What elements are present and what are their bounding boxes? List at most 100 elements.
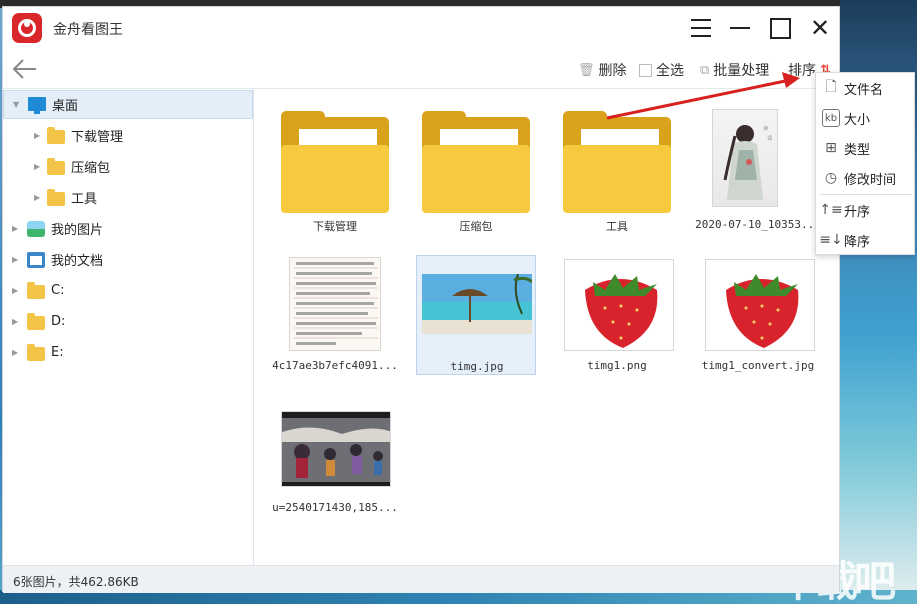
pictures-icon (27, 221, 45, 237)
expand-arrow-icon[interactable]: ▶ (12, 224, 18, 233)
back-arrow-icon[interactable] (11, 55, 39, 83)
svg-text:词: 词 (767, 135, 772, 142)
app-logo-icon (12, 13, 42, 43)
sidebar-item-archives[interactable]: ▶ 压缩包 (3, 152, 253, 181)
file-name: 4c17ae3b7efc4091... (272, 359, 398, 372)
file-name: timg1.png (587, 359, 647, 372)
folder-icon (47, 158, 65, 175)
documents-icon (27, 252, 45, 268)
expand-arrow-icon[interactable]: ▶ (34, 131, 40, 140)
folder-icon (27, 313, 45, 330)
file-name: 压缩包 (459, 220, 493, 233)
expand-arrow-icon[interactable]: ▶ (12, 286, 18, 295)
sidebar-item-label: 下载管理 (71, 130, 124, 145)
strawberry-thumbnail (564, 259, 674, 351)
status-text: 6张图片，共462.86KB (13, 575, 139, 589)
expand-arrow-icon[interactable]: ▶ (12, 255, 18, 264)
image-tile[interactable]: 4c17ae3b7efc4091... (272, 255, 398, 375)
sort-by-modified-time[interactable]: ◷ 修改时间 (816, 163, 914, 193)
status-bar: 6张图片，共462.86KB (3, 565, 839, 593)
sidebar-item-tools[interactable]: ▶ 工具 (3, 183, 253, 212)
delete-label: 删除 (598, 63, 627, 79)
anime-thumbnail (281, 411, 391, 487)
close-icon[interactable]: ✕ (807, 15, 833, 41)
sidebar-item-label: 我的图片 (51, 223, 104, 238)
file-icon: 🗋 (825, 79, 837, 95)
sort-menu: 🗋 文件名 kb 大小 ⊞ 类型 ◷ 修改时间 ↑≡ 升序 ≡↓ 降序 (815, 72, 915, 255)
title-bar: 金舟看图王 ✕ (3, 7, 839, 49)
file-name: u=2540171430,185... (272, 501, 398, 514)
sidebar-item-drive-c[interactable]: ▶ C: (3, 276, 253, 305)
expand-arrow-icon[interactable]: ▶ (12, 317, 18, 326)
toolbar: 🗑 删除 全选 ⧉ 批量处理 排序 ⇅ (3, 49, 839, 89)
sidebar-item-downloads[interactable]: ▶ 下载管理 (3, 121, 253, 150)
file-name: 下载管理 (313, 220, 357, 233)
delete-button[interactable]: 🗑 删除 (578, 60, 627, 80)
image-tile[interactable]: 诗 词 2020-07-10_10353... (695, 103, 821, 231)
sidebar-item-label: D: (51, 314, 66, 329)
expand-arrow-icon[interactable]: ▶ (12, 348, 18, 357)
image-tile[interactable]: u=2540171430,185... (272, 407, 398, 527)
image-tile[interactable]: timg1_convert.jpg (698, 255, 818, 375)
batch-process-button[interactable]: ⧉ 批量处理 (700, 60, 769, 80)
sidebar-item-drive-d[interactable]: ▶ D: (3, 307, 253, 336)
portrait-thumbnail: 诗 词 (712, 109, 778, 207)
folder-icon (27, 344, 45, 361)
hamburger-menu-icon[interactable] (688, 15, 714, 41)
file-grid: 下载管理 压缩包 工具 诗 词 2020-07-10_10353... 4c17… (255, 89, 839, 565)
sidebar-tree: ▼ 桌面 ▶ 下载管理 ▶ 压缩包 ▶ 工具 ▶ 我的图片 ▶ 我的文档 ▶ C… (3, 89, 254, 565)
sort-by-size[interactable]: kb 大小 (816, 103, 914, 133)
sidebar-item-desktop[interactable]: ▼ 桌面 (3, 90, 253, 119)
folder-icon (27, 282, 45, 299)
sidebar-item-label: E: (51, 345, 64, 360)
sort-by-filename[interactable]: 🗋 文件名 (816, 73, 914, 103)
menu-item-label: 大小 (844, 112, 871, 128)
select-all-checkbox[interactable] (639, 63, 652, 77)
collapse-arrow-icon[interactable]: ▼ (13, 100, 19, 109)
maximize-icon[interactable] (767, 15, 793, 41)
menu-item-label: 升序 (844, 204, 871, 220)
document-thumbnail (289, 257, 381, 351)
select-all-label: 全选 (656, 63, 684, 79)
sort-descending[interactable]: ≡↓ 降序 (816, 225, 914, 255)
trash-icon: 🗑 (578, 62, 595, 78)
expand-arrow-icon[interactable]: ▶ (34, 193, 40, 202)
folder-icon (47, 189, 65, 206)
image-tile[interactable]: timg1.png (557, 255, 677, 375)
sidebar-item-my-pictures[interactable]: ▶ 我的图片 (3, 214, 253, 243)
menu-item-label: 降序 (844, 234, 871, 250)
strawberry-thumbnail (705, 259, 815, 351)
beach-thumbnail (422, 274, 532, 334)
sidebar-item-drive-e[interactable]: ▶ E: (3, 338, 253, 367)
batch-icon: ⧉ (700, 62, 710, 78)
descending-icon: ≡↓ (819, 232, 843, 248)
image-tile-selected[interactable]: timg.jpg (416, 255, 536, 375)
clock-icon: ◷ (824, 170, 838, 186)
folder-tile[interactable]: 压缩包 (416, 103, 536, 233)
folder-tile[interactable]: 工具 (557, 103, 677, 233)
grid-icon: ⊞ (825, 140, 837, 156)
sidebar-item-label: 工具 (71, 192, 98, 207)
app-title: 金舟看图王 (53, 22, 123, 38)
sort-label: 排序 (788, 63, 816, 79)
sidebar-item-label: C: (51, 283, 65, 298)
menu-item-label: 修改时间 (844, 172, 897, 188)
folder-tile[interactable]: 下载管理 (275, 103, 395, 233)
minimize-icon[interactable] (727, 15, 753, 41)
select-all-button[interactable]: 全选 (639, 60, 684, 80)
file-name: timg1_convert.jpg (701, 359, 815, 372)
sidebar-item-label: 桌面 (52, 99, 79, 114)
expand-arrow-icon[interactable]: ▶ (34, 162, 40, 171)
menu-item-label: 类型 (844, 142, 871, 158)
app-window: 金舟看图王 ✕ 🗑 删除 全选 ⧉ 批量处理 排序 ⇅ ▼ 桌面 ▶ 下载管理 … (2, 6, 840, 593)
svg-text:诗: 诗 (763, 125, 768, 132)
sort-ascending[interactable]: ↑≡ 升序 (816, 195, 914, 225)
sidebar-item-my-documents[interactable]: ▶ 我的文档 (3, 245, 253, 274)
sort-by-type[interactable]: ⊞ 类型 (816, 133, 914, 163)
kb-icon: kb (822, 109, 840, 127)
folder-icon (47, 127, 65, 144)
file-name: timg.jpg (450, 360, 504, 373)
file-name: 工具 (606, 220, 628, 233)
sidebar-item-label: 压缩包 (71, 161, 111, 176)
desktop-icon (28, 97, 46, 114)
